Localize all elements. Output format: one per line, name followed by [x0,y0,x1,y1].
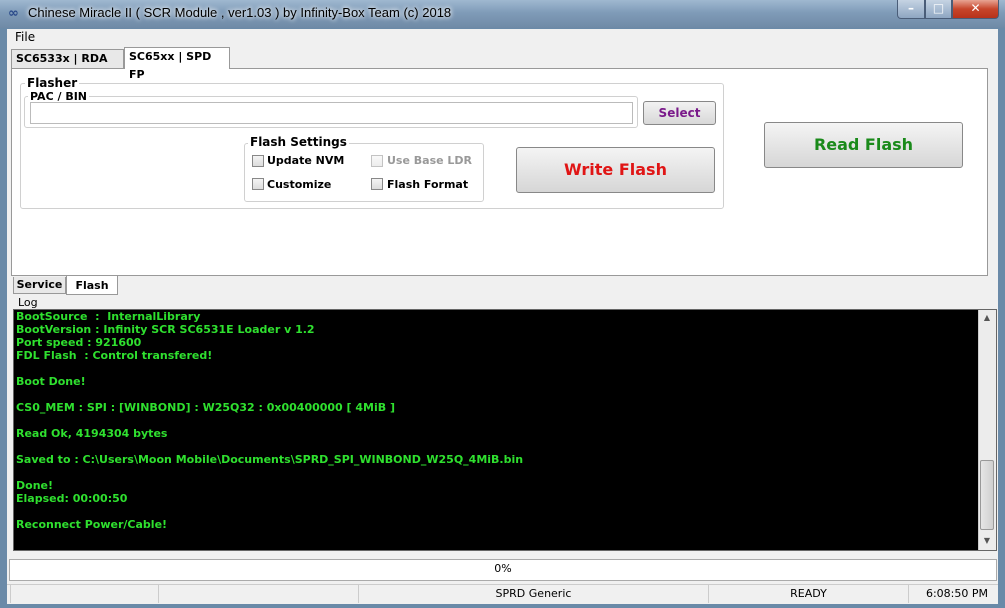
pac-bin-input[interactable] [30,102,633,124]
flash-format-checkbox[interactable] [371,178,383,190]
update-nvm-label: Update NVM [267,154,345,167]
status-cell-2 [158,585,358,603]
status-time: 6:08:50 PM [908,585,996,603]
status-device: SPRD Generic [358,585,708,603]
log-text: BootSource : InternalLibrary BootVersion… [16,310,524,531]
scroll-down-arrow-icon[interactable]: ▼ [979,533,995,549]
read-flash-button[interactable]: Read Flash [764,122,963,168]
write-flash-button[interactable]: Write Flash [516,147,715,193]
update-nvm-checkbox[interactable] [252,155,264,167]
tab-sc6533x[interactable]: SC6533x | RDA SC [11,49,124,83]
scroll-up-arrow-icon[interactable]: ▲ [979,310,995,326]
infinity-icon: ∞ [8,6,19,21]
menu-bar [7,29,998,47]
tab-flash[interactable]: Flash [66,276,118,295]
tab-sc65xx[interactable]: SC65xx | SPD FP [124,47,230,81]
customize-checkbox[interactable] [252,178,264,190]
use-base-ldr-label: Use Base LDR [387,154,473,167]
log-label: Log [18,296,38,309]
flash-format-label: Flash Format [387,178,469,191]
use-base-ldr-checkbox[interactable] [371,155,383,167]
window-title: Chinese Miracle II ( SCR Module , ver1.0… [28,5,452,20]
close-button[interactable]: ✕ [952,0,999,19]
minimize-button[interactable]: – [897,0,925,19]
flash-settings-label: Flash Settings [248,135,349,149]
flasher-group-label: Flasher [25,76,80,90]
status-state: READY [708,585,908,603]
scroll-thumb[interactable] [980,460,994,530]
customize-label: Customize [267,178,332,191]
progress-text: 0% [494,562,512,575]
tab-service[interactable]: Service [13,277,66,294]
menu-file[interactable]: File [15,30,35,44]
select-button[interactable]: Select [643,101,716,125]
flash-settings-group [244,143,484,202]
maximize-button[interactable]: □ [925,0,952,19]
status-cell-1 [10,585,158,603]
